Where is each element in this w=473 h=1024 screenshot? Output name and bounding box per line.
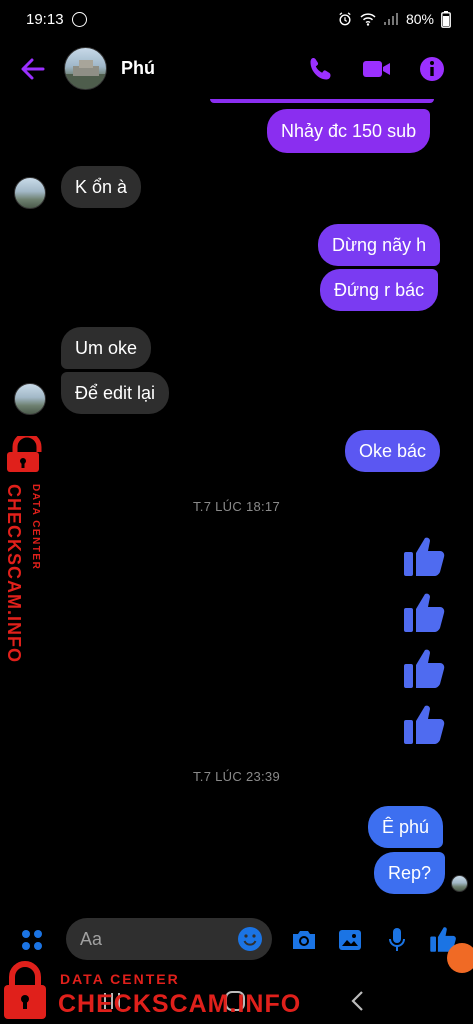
message-incoming[interactable]: K ổn à: [61, 166, 142, 208]
chat-header: Phú: [0, 38, 473, 100]
message-outgoing[interactable]: Rep?: [374, 852, 446, 894]
contact-avatar-small: [14, 177, 46, 209]
watermark-label: DATA CENTER: [30, 484, 41, 571]
microphone-icon[interactable]: [387, 926, 407, 954]
status-time: 19:13: [26, 10, 64, 28]
thumbs-up-icon[interactable]: [402, 702, 446, 746]
watermark-brand: CHECKSCAM.INFO: [4, 484, 24, 663]
message-outgoing[interactable]: Đứng r bác: [320, 269, 439, 311]
timestamp-label: T.7 LÚC 18:17: [192, 499, 280, 514]
contact-name[interactable]: Phú: [121, 58, 155, 79]
status-right: 80%: [337, 10, 451, 28]
camera-icon[interactable]: [290, 927, 318, 953]
lock-icon: [7, 436, 42, 472]
message-incoming[interactable]: Um oke: [61, 327, 152, 369]
message-outgoing[interactable]: Oke bác: [345, 430, 441, 472]
contact-avatar[interactable]: [64, 47, 107, 90]
battery-percent: 80%: [405, 11, 434, 27]
phone-icon[interactable]: [307, 55, 335, 83]
lock-icon: [4, 961, 46, 1019]
thumbs-up-icon[interactable]: [402, 646, 446, 690]
back-arrow-icon[interactable]: [20, 56, 46, 82]
info-icon[interactable]: [418, 55, 446, 83]
signal-icon: [383, 13, 398, 25]
wifi-icon: [360, 13, 376, 26]
watermark-side: DATA CENTER CHECKSCAM.INFO: [0, 436, 60, 666]
message-incoming[interactable]: Để edit lại: [61, 372, 170, 414]
message-composer: Aa: [0, 915, 473, 973]
watermark-brand: CHECKSCAM.INFO: [58, 990, 302, 1018]
timestamp-label: T.7 LÚC 23:39: [192, 769, 280, 784]
alarm-icon: [339, 12, 351, 26]
messenger-notification-icon: [71, 11, 87, 27]
thumbs-up-icon[interactable]: [402, 590, 446, 634]
video-call-icon[interactable]: [362, 55, 392, 83]
message-bubble-partial: [210, 99, 434, 103]
message-input-placeholder: Aa: [80, 929, 103, 949]
watermark-bottom: DATA CENTER CHECKSCAM.INFO: [0, 960, 473, 1024]
emoji-icon[interactable]: [237, 926, 263, 952]
seen-avatar: [451, 875, 468, 892]
status-bar: 19:13 80%: [0, 0, 473, 38]
message-outgoing[interactable]: Ê phú: [368, 806, 444, 848]
gallery-icon[interactable]: [337, 927, 363, 953]
apps-grid-icon[interactable]: [19, 927, 45, 953]
avatar-photo: [65, 60, 106, 89]
message-outgoing[interactable]: Nhảy đc 150 sub: [267, 109, 431, 153]
contact-avatar-small: [14, 383, 46, 415]
battery-icon: [441, 10, 451, 28]
watermark-label: DATA CENTER: [60, 971, 180, 987]
thumbs-up-icon[interactable]: [402, 534, 446, 578]
message-outgoing[interactable]: Dừng nãy h: [318, 224, 441, 266]
message-input[interactable]: Aa: [66, 918, 272, 960]
